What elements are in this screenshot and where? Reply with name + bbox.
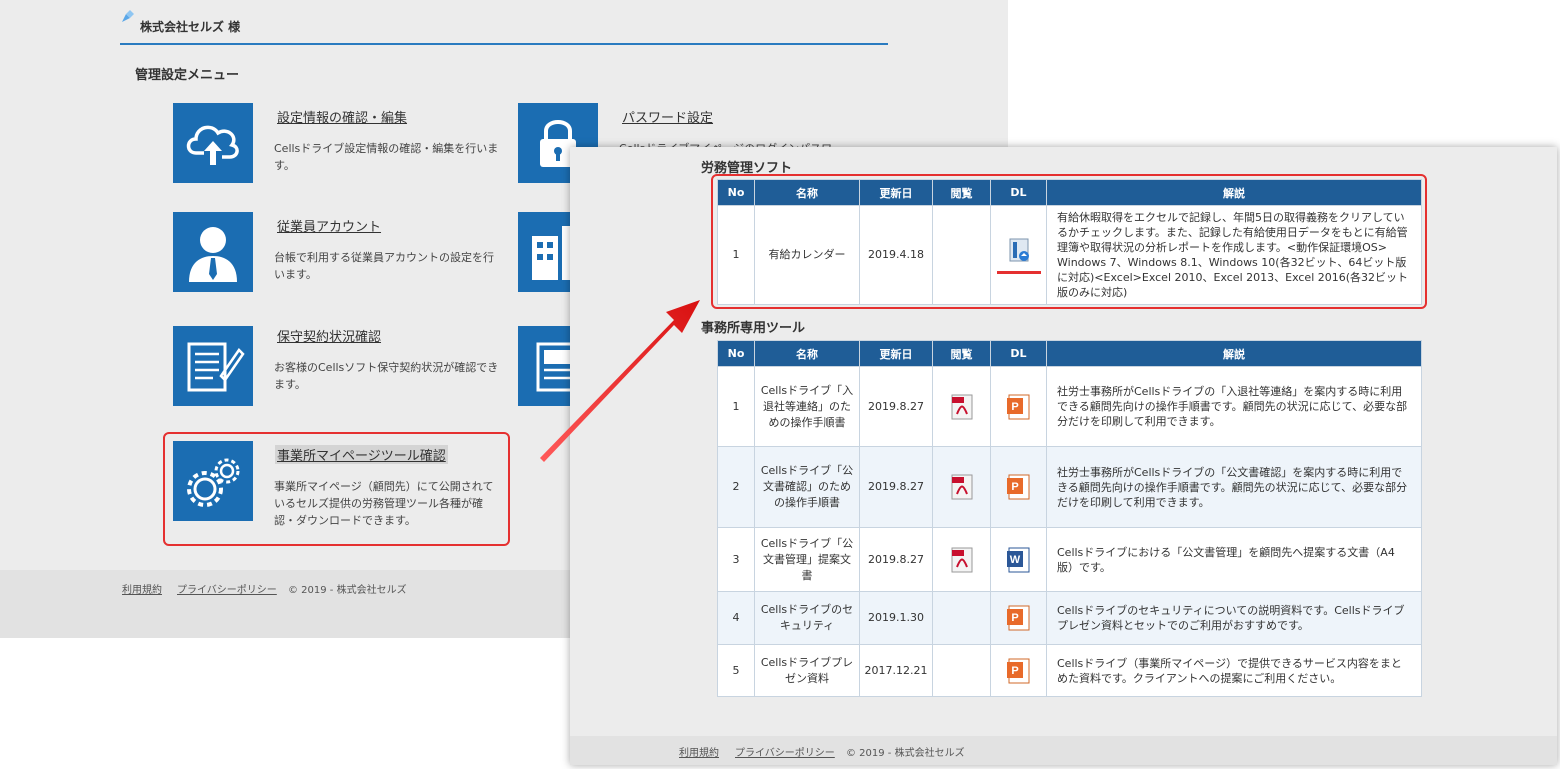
menu-password-link[interactable]: パスワード設定 xyxy=(622,107,713,126)
row-no: 4 xyxy=(717,591,755,645)
row-name: Cellsドライブ「公文書管理」提案文書 xyxy=(754,527,860,592)
section-office-tools-title: 事務所専用ツール xyxy=(701,321,806,336)
row-date: 2017.12.21 xyxy=(859,644,933,697)
powerpoint-icon[interactable]: P xyxy=(1006,605,1032,631)
menu-employee-desc: 台帳で利用する従業員アカウントの設定を行います。 xyxy=(274,251,494,281)
footer-terms-link[interactable]: 利用規約 xyxy=(679,744,719,759)
row-no: 5 xyxy=(717,644,755,697)
row-name: Cellsドライブ「公文書確認」のための操作手順書 xyxy=(754,446,860,528)
menu-settings-link[interactable]: 設定情報の確認・編集 xyxy=(277,107,407,126)
row-date: 2019.8.27 xyxy=(859,446,933,528)
row-date: 2019.1.30 xyxy=(859,591,933,645)
powerpoint-icon[interactable]: P xyxy=(1006,658,1032,684)
table-row: 3 Cellsドライブ「公文書管理」提案文書 2019.8.27 W Cells… xyxy=(717,527,1422,592)
footer-privacy-link[interactable]: プライバシーポリシー xyxy=(735,744,835,759)
powerpoint-icon[interactable]: P xyxy=(1006,474,1032,500)
logo-icon xyxy=(122,10,134,22)
cloud-upload-icon[interactable] xyxy=(173,103,253,183)
svg-text:P: P xyxy=(1011,612,1018,624)
row-dl[interactable]: W xyxy=(990,527,1047,592)
row-desc: 社労士事務所がCellsドライブの「公文書確認」を案内する時に利用できる顧問先向… xyxy=(1046,446,1422,528)
pdf-icon[interactable] xyxy=(949,474,975,500)
row-name: Cellsドライブのセキュリティ xyxy=(754,591,860,645)
row-no: 1 xyxy=(717,366,755,447)
header-dl: DL xyxy=(990,340,1047,367)
document-pen-icon[interactable] xyxy=(173,326,253,406)
row-desc: Cellsドライブ（事業所マイページ）で提供できるサービス内容をまとめた資料です… xyxy=(1046,644,1422,697)
powerpoint-icon[interactable]: P xyxy=(1006,394,1032,420)
page-header: 株式会社セルズ 様 xyxy=(120,0,888,45)
row-dl[interactable]: P xyxy=(990,446,1047,528)
row-desc: 社労士事務所がCellsドライブの「入退社等連絡」を案内する時に利用できる顧問先… xyxy=(1046,366,1422,447)
header-desc: 解説 xyxy=(1046,340,1422,367)
row-name: Cellsドライブプレゼン資料 xyxy=(754,644,860,697)
office-tools-table: No 名称 更新日 閲覧 DL 解説 1 Cellsドライブ「入退社等連絡」のた… xyxy=(717,340,1422,697)
table-row: 1 Cellsドライブ「入退社等連絡」のための操作手順書 2019.8.27 P… xyxy=(717,366,1422,447)
header-name: 名称 xyxy=(754,340,860,367)
row-dl[interactable]: P xyxy=(990,366,1047,447)
row-desc: Cellsドライブのセキュリティについての説明資料です。Cellsドライブプレゼ… xyxy=(1046,591,1422,645)
section-title: 管理設定メニュー xyxy=(135,68,240,83)
svg-text:P: P xyxy=(1011,665,1018,677)
row-view[interactable] xyxy=(932,366,991,447)
row-desc: Cellsドライブにおける「公文書管理」を顧問先へ提案する文書（A4版）です。 xyxy=(1046,527,1422,592)
svg-text:W: W xyxy=(1009,554,1020,566)
footer-privacy-link[interactable]: プライバシーポリシー xyxy=(177,581,277,596)
row-date: 2019.8.27 xyxy=(859,366,933,447)
word-icon[interactable]: W xyxy=(1006,547,1032,573)
menu-employee-link[interactable]: 従業員アカウント xyxy=(277,216,381,235)
row-dl[interactable]: P xyxy=(990,644,1047,697)
highlight-box-table xyxy=(711,174,1427,309)
highlight-box-menu xyxy=(163,432,510,546)
header-date: 更新日 xyxy=(859,340,933,367)
panel-footer: 利用規約 プライバシーポリシー © 2019 - 株式会社セルズ xyxy=(570,736,1557,765)
row-no: 3 xyxy=(717,527,755,592)
menu-contract-desc: お客様のCellsソフト保守契約状況が確認できます。 xyxy=(274,361,499,391)
table-row: 2 Cellsドライブ「公文書確認」のための操作手順書 2019.8.27 P … xyxy=(717,446,1422,528)
footer-copyright: © 2019 - 株式会社セルズ xyxy=(846,748,965,759)
row-dl[interactable]: P xyxy=(990,591,1047,645)
pdf-icon[interactable] xyxy=(949,547,975,573)
menu-contract-link[interactable]: 保守契約状況確認 xyxy=(277,326,381,345)
employee-icon[interactable] xyxy=(173,212,253,292)
tools-panel: 労務管理ソフト No 名称 更新日 閲覧 DL 解説 1 有給カレンダー 201… xyxy=(570,147,1557,765)
row-date: 2019.8.27 xyxy=(859,527,933,592)
table-row: 4 Cellsドライブのセキュリティ 2019.1.30 P Cellsドライブ… xyxy=(717,591,1422,645)
pdf-icon[interactable] xyxy=(949,394,975,420)
footer-terms-link[interactable]: 利用規約 xyxy=(122,581,162,596)
header-no: No xyxy=(717,340,755,367)
svg-text:P: P xyxy=(1011,481,1018,493)
row-no: 2 xyxy=(717,446,755,528)
svg-text:P: P xyxy=(1011,401,1018,413)
company-name: 株式会社セルズ 様 xyxy=(140,20,241,34)
row-view[interactable] xyxy=(932,446,991,528)
table-header-row: No 名称 更新日 閲覧 DL 解説 xyxy=(717,340,1422,367)
table-row: 5 Cellsドライブプレゼン資料 2017.12.21 P Cellsドライブ… xyxy=(717,644,1422,697)
row-view xyxy=(932,591,991,645)
row-name: Cellsドライブ「入退社等連絡」のための操作手順書 xyxy=(754,366,860,447)
header-view: 閲覧 xyxy=(932,340,991,367)
row-view[interactable] xyxy=(932,527,991,592)
menu-settings-desc: Cellsドライブ設定情報の確認・編集を行います。 xyxy=(274,142,499,172)
row-view xyxy=(932,644,991,697)
footer-copyright: © 2019 - 株式会社セルズ xyxy=(288,585,407,596)
